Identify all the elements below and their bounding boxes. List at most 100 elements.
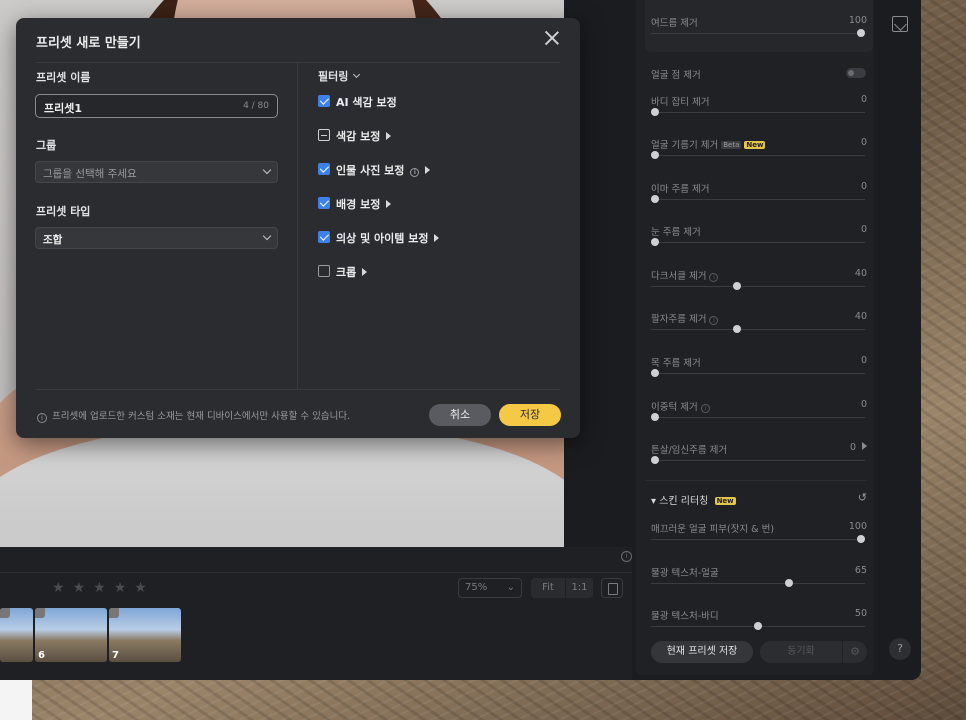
option-text: 크롭 bbox=[336, 266, 357, 279]
info-icon[interactable]: i bbox=[700, 404, 710, 413]
one-to-one-button[interactable]: 1:1 bbox=[565, 578, 593, 598]
slider-knob[interactable] bbox=[651, 413, 659, 421]
slider-knob[interactable] bbox=[733, 325, 741, 333]
info-icon[interactable]: i bbox=[709, 273, 719, 282]
expand-arrow-icon[interactable] bbox=[362, 268, 368, 276]
cancel-button[interactable]: 취소 bbox=[429, 404, 491, 426]
slider-label: 얼굴 기름기 제거 Beta New bbox=[651, 137, 766, 151]
adjustment-slider-row[interactable]: 여드름 제거 100 bbox=[651, 15, 867, 55]
sync-button[interactable]: 동기화 bbox=[760, 641, 842, 663]
slider-value: 100 bbox=[849, 15, 867, 26]
slider-value-text: 100 bbox=[848, 521, 867, 532]
help-button[interactable]: ? bbox=[889, 638, 911, 660]
adjustment-slider-row[interactable]: 튼살/임신주름 제거 0 bbox=[651, 442, 867, 482]
expand-arrow-icon[interactable] bbox=[434, 234, 440, 242]
skin-retouch-header[interactable]: ▾ 스킨 리터칭 New ↺ bbox=[651, 491, 867, 507]
canvas-info-icon[interactable]: i bbox=[621, 551, 632, 562]
expand-arrow-icon[interactable] bbox=[386, 200, 392, 208]
preset-name-value: 프리셋1 bbox=[44, 102, 83, 115]
slider-knob[interactable] bbox=[785, 579, 793, 587]
slider-track[interactable] bbox=[651, 460, 865, 461]
filmstrip-divider bbox=[0, 572, 632, 573]
slider-value-text: 40 bbox=[854, 311, 867, 322]
slider-knob[interactable] bbox=[857, 535, 865, 543]
option-text: AI 색감 보정 bbox=[336, 96, 397, 109]
star-icon[interactable]: ★ bbox=[114, 580, 127, 596]
chevron-down-icon bbox=[262, 231, 272, 241]
save-current-preset-button[interactable]: 현재 프리셋 저장 bbox=[651, 641, 753, 663]
slider-knob[interactable] bbox=[733, 282, 741, 290]
slider-knob[interactable] bbox=[651, 456, 659, 464]
slider-value-text: 0 bbox=[860, 355, 867, 366]
slider-label: 이중턱 제거 i bbox=[651, 399, 710, 413]
slider-value-text: 65 bbox=[854, 565, 867, 576]
filmstrip-thumbnail[interactable] bbox=[0, 608, 33, 662]
slider-track[interactable] bbox=[651, 329, 865, 330]
slider-label-text: 얼굴 기름기 제거 bbox=[651, 140, 719, 151]
preset-name-input[interactable]: 프리셋1 4 / 80 bbox=[35, 94, 278, 118]
slider-label-text: 다크서클 제거 bbox=[651, 271, 707, 282]
checkbox[interactable] bbox=[318, 265, 330, 277]
checkbox[interactable] bbox=[318, 129, 330, 141]
slider-track[interactable] bbox=[651, 539, 865, 540]
adjustment-slider-row[interactable]: 이중턱 제거 i 0 bbox=[651, 399, 867, 439]
adjustment-slider-row[interactable]: 이마 주름 제거 0 bbox=[651, 181, 867, 221]
checkbox[interactable] bbox=[318, 231, 330, 243]
adjustment-slider-row[interactable]: 바디 잡티 제거 0 bbox=[651, 94, 867, 134]
caret-down-icon: ▾ bbox=[651, 496, 660, 507]
compare-view-icon[interactable] bbox=[601, 578, 623, 598]
slider-knob[interactable] bbox=[651, 151, 659, 159]
close-icon[interactable] bbox=[544, 30, 560, 46]
star-icon[interactable]: ★ bbox=[73, 580, 86, 596]
slider-track[interactable] bbox=[651, 583, 865, 584]
reset-icon[interactable]: ↺ bbox=[858, 491, 867, 504]
slider-track[interactable] bbox=[651, 112, 865, 113]
slider-knob[interactable] bbox=[754, 622, 762, 630]
info-icon[interactable]: i bbox=[410, 168, 420, 177]
filter-dropdown[interactable]: 필터링 bbox=[318, 68, 361, 84]
adjustment-slider-row[interactable]: 매끄러운 얼굴 피부(잣지 & 번) 100 bbox=[651, 521, 867, 561]
rating-stars[interactable]: ★ ★ ★ ★ ★ bbox=[52, 580, 147, 596]
slider-track[interactable] bbox=[651, 33, 865, 34]
adjustment-slider-row[interactable]: 팔자주름 제거 i 40 bbox=[651, 311, 867, 351]
slider-track[interactable] bbox=[651, 417, 865, 418]
info-icon[interactable]: i bbox=[709, 316, 719, 325]
slider-knob[interactable] bbox=[651, 195, 659, 203]
fit-button[interactable]: Fit bbox=[531, 578, 565, 598]
adjustment-slider-row[interactable]: 물광 텍스처-얼굴 65 bbox=[651, 565, 867, 605]
checkbox[interactable] bbox=[318, 95, 330, 107]
adjustment-slider-row[interactable]: 목 주름 제거 0 bbox=[651, 355, 867, 395]
slider-track[interactable] bbox=[651, 373, 865, 374]
filmstrip-thumbnail[interactable]: 7 bbox=[109, 608, 181, 662]
zoom-select[interactable]: 75% ⌄ bbox=[458, 578, 522, 598]
slider-knob[interactable] bbox=[651, 369, 659, 377]
slider-track[interactable] bbox=[651, 242, 865, 243]
slider-knob[interactable] bbox=[651, 108, 659, 116]
checkbox[interactable] bbox=[318, 197, 330, 209]
checkbox[interactable] bbox=[318, 163, 330, 175]
save-button[interactable]: 저장 bbox=[499, 404, 561, 426]
slider-track[interactable] bbox=[651, 286, 865, 287]
chevron-down-icon bbox=[262, 165, 272, 175]
star-icon[interactable]: ★ bbox=[52, 580, 65, 596]
option-text: 인물 사진 보정 bbox=[336, 164, 405, 177]
slider-knob[interactable] bbox=[651, 238, 659, 246]
slider-track[interactable] bbox=[651, 155, 865, 156]
slider-knob[interactable] bbox=[857, 29, 865, 37]
slider-track[interactable] bbox=[651, 199, 865, 200]
star-icon[interactable]: ★ bbox=[93, 580, 106, 596]
thumbnail-number: 7 bbox=[112, 650, 119, 661]
filmstrip-thumbnail[interactable]: 6 bbox=[35, 608, 107, 662]
adjustment-slider-row[interactable]: 눈 주름 제거 0 bbox=[651, 224, 867, 264]
adjustment-slider-row[interactable]: 얼굴 기름기 제거 Beta New 0 bbox=[651, 137, 867, 177]
star-icon[interactable]: ★ bbox=[134, 580, 147, 596]
crop-tool-icon[interactable] bbox=[892, 16, 908, 32]
group-select[interactable]: 그룹을 선택해 주세요 bbox=[35, 161, 278, 183]
expand-arrow-icon[interactable] bbox=[425, 166, 431, 174]
sync-settings-icon[interactable]: ⚙ bbox=[843, 641, 867, 663]
expand-arrow-icon[interactable] bbox=[386, 132, 392, 140]
adjustment-slider-row[interactable]: 다크서클 제거 i 40 bbox=[651, 268, 867, 308]
filter-option-label: 색감 보정 bbox=[336, 128, 392, 144]
preset-type-select[interactable]: 조합 bbox=[35, 227, 278, 249]
expand-arrow-icon[interactable] bbox=[862, 442, 867, 450]
